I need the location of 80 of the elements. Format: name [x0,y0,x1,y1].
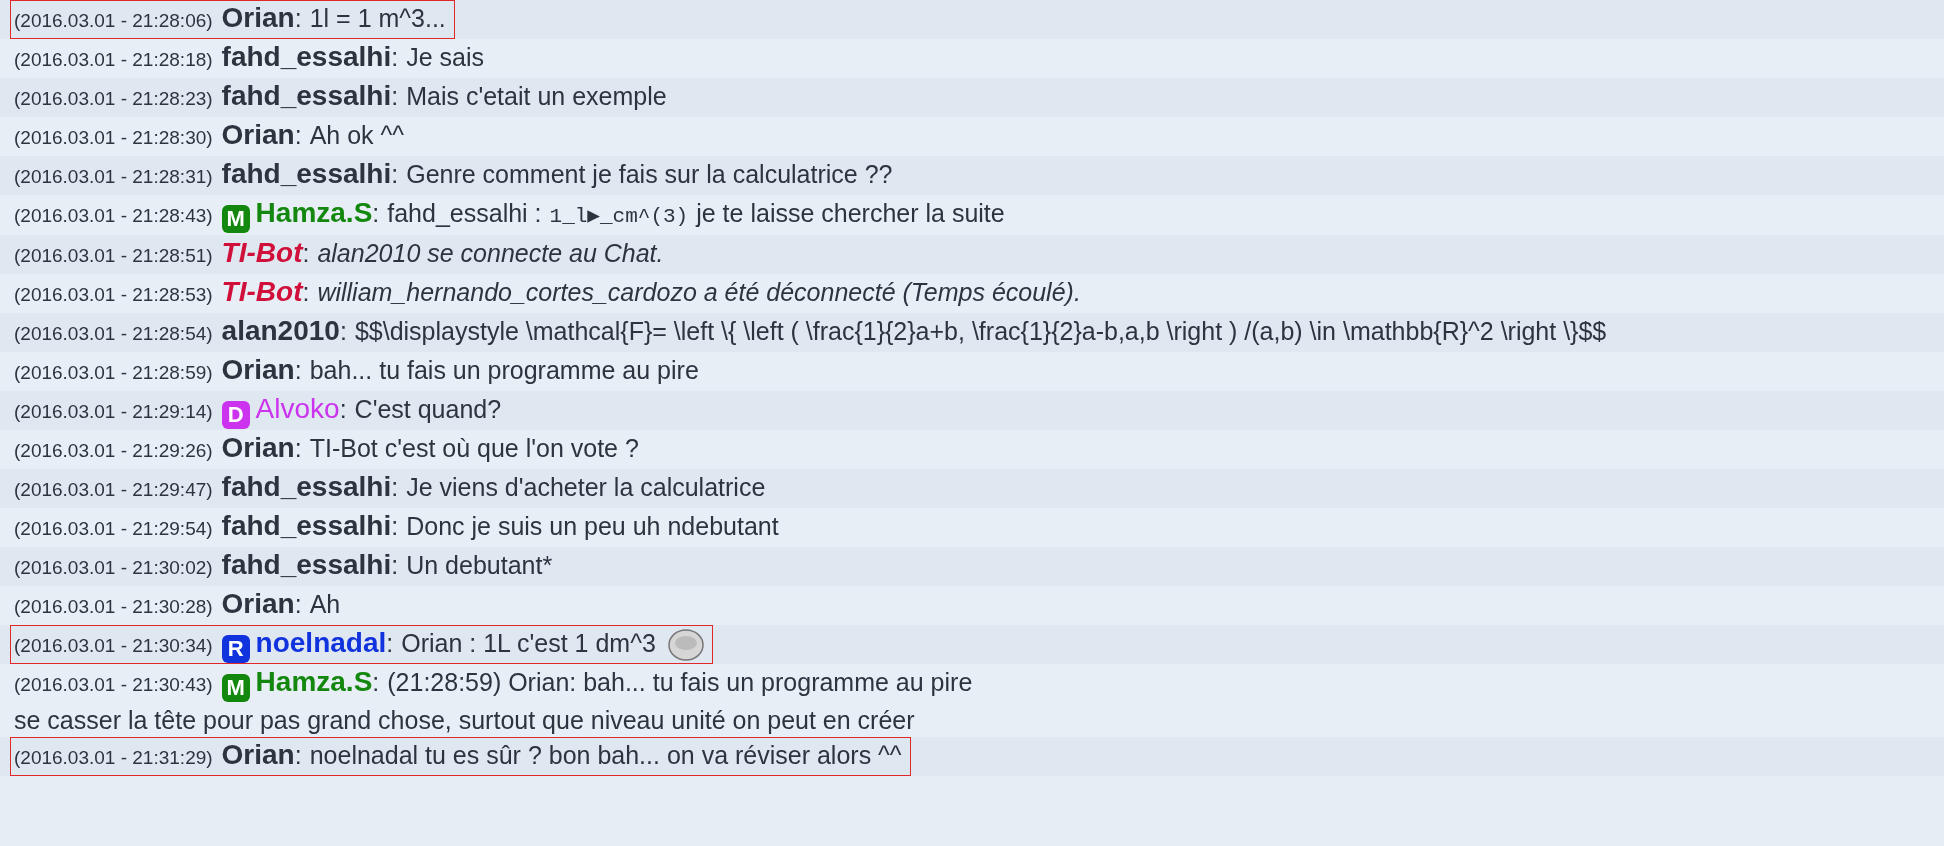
message-text: C'est quand? [354,395,502,423]
user-name[interactable]: Orian [221,432,295,463]
message-text: je te laisse chercher la suite [696,199,1005,227]
message-text: alan2010 se connecte au Chat. [317,239,664,267]
bot-name: TI-Bot [221,276,303,307]
separator: : [294,741,302,769]
message-text: Genre comment je fais sur la calculatrice ?? [406,160,893,188]
timestamp: (2016.03.01 - 21:28:53) [14,284,213,305]
rank-badge: D [221,401,250,429]
rank-badge: R [221,635,250,663]
user-name[interactable]: Orian [221,2,295,33]
timestamp: (2016.03.01 - 21:29:14) [14,401,213,422]
message-text: Je viens d'acheter la calculatrice [406,473,766,501]
user-name[interactable]: fahd_essalhi [221,41,392,72]
timestamp: (2016.03.01 - 21:28:23) [14,88,213,109]
user-name[interactable]: Orian [221,119,295,150]
timestamp: (2016.03.01 - 21:28:30) [14,127,213,148]
message-text: $$\displaystyle \mathcal{F}= \left \{ \left ( \frac{1}{2}a+b, \frac{1}{2}a-b,a,b \right ) /(a,b) \in \mathbb{R}^2 \right \}$$ [354,317,1607,345]
separator: : [386,629,394,657]
separator: : [339,395,347,423]
separator: : [372,199,380,227]
timestamp: (2016.03.01 - 21:29:47) [14,479,213,500]
timestamp: (2016.03.01 - 21:30:34) [14,635,213,656]
message-text: se casser la tête pour pas grand chose, surtout que niveau unité on peut en créer [13,705,916,736]
separator: : [391,473,399,501]
message-text: Un debutant* [406,551,553,579]
message-text: bah... tu fais un programme au pire [309,356,699,384]
message-text: Orian : 1L c'est 1 dm^3 [401,629,656,657]
separator: : [294,4,302,32]
timestamp: (2016.03.01 - 21:28:51) [14,245,213,266]
user-name[interactable]: noelnadal [255,627,387,658]
separator: : [339,317,347,345]
user-name[interactable]: fahd_essalhi [221,549,392,580]
message-text: Donc je suis un peu uh ndebutant [406,512,779,540]
bot-name: TI-Bot [221,237,303,268]
user-name[interactable]: Hamza.S [255,666,373,697]
separator: : [372,668,380,696]
code-text: 1_l▶_cm^(3) [549,205,689,228]
timestamp: (2016.03.01 - 21:29:54) [14,518,213,539]
user-name[interactable]: Orian [221,588,295,619]
timestamp: (2016.03.01 - 21:28:59) [14,362,213,383]
user-name[interactable]: fahd_essalhi [221,510,392,541]
timestamp: (2016.03.01 - 21:28:18) [14,49,213,70]
separator: : [391,82,399,110]
separator: : [391,160,399,188]
separator: : [391,512,399,540]
message-text: (21:28:59) Orian: bah... tu fais un programme au pire [387,668,973,696]
separator: : [294,356,302,384]
separator: : [391,43,399,71]
timestamp: (2016.03.01 - 21:31:29) [14,747,213,768]
user-name[interactable]: fahd_essalhi [221,158,392,189]
timestamp: (2016.03.01 - 21:30:02) [14,557,213,578]
user-name[interactable]: Hamza.S [255,197,373,228]
timestamp: (2016.03.01 - 21:29:26) [14,440,213,461]
separator: : [294,590,302,618]
timestamp: (2016.03.01 - 21:28:54) [14,323,213,344]
message-text: TI-Bot c'est où que l'on vote ? [309,434,639,462]
message-text: Ah [309,590,341,618]
user-name[interactable]: fahd_essalhi [221,80,392,111]
message-text: 1l = 1 m^3... [309,4,446,32]
message-text: william_hernando_cortes_cardozo a été déconnecté (Temps écoulé). [317,278,1081,306]
timestamp: (2016.03.01 - 21:30:43) [14,674,213,695]
timestamp: (2016.03.01 - 21:28:06) [14,10,213,31]
message-text: Mais c'etait un exemple [406,82,667,110]
rank-badge: M [221,674,250,702]
timestamp: (2016.03.01 - 21:30:28) [14,596,213,617]
message-text: fahd_essalhi : [387,199,542,227]
timestamp: (2016.03.01 - 21:28:43) [14,205,213,226]
separator: : [391,551,399,579]
separator: : [294,434,302,462]
timestamp: (2016.03.01 - 21:28:31) [14,166,213,187]
rank-badge: M [221,205,250,233]
user-name[interactable]: fahd_essalhi [221,471,392,502]
user-name[interactable]: alan2010 [221,315,340,346]
message-text: Je sais [406,43,484,71]
message-text: noelnadal tu es sûr ? bon bah... on va réviser alors ^^ [309,741,902,769]
message-text: Ah ok ^^ [309,121,405,149]
user-name[interactable]: Orian [221,354,295,385]
user-name[interactable]: Orian [221,739,295,770]
separator: : [294,121,302,149]
